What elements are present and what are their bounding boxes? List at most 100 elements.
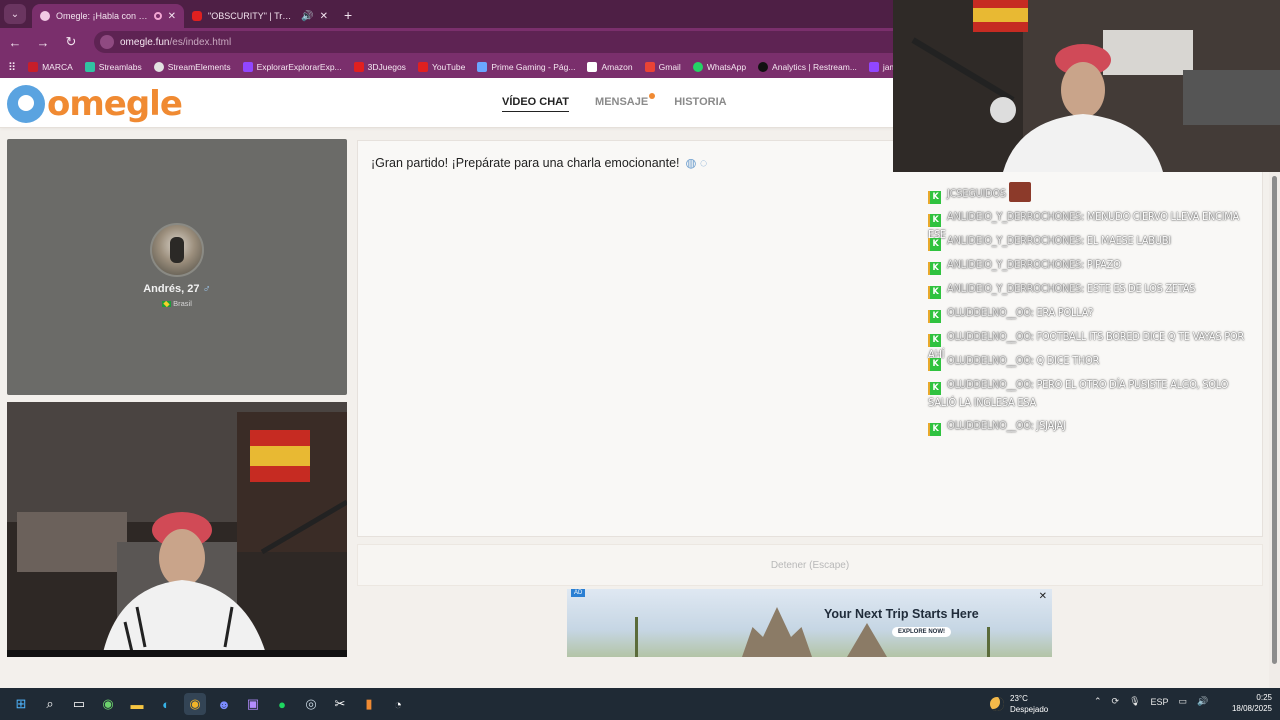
microphone-icon[interactable]: 🎙 <box>1129 696 1140 707</box>
xbox-icon[interactable]: ◉ <box>97 693 119 715</box>
apps-grid-icon[interactable]: ⠿ <box>8 61 16 74</box>
chat-line: K OLUDDELNO__OO: ERA POLLA? <box>928 305 1258 323</box>
chat-line: K OLUDDELNO__OO: PERO EL OTRO DÍA PUSISTE… <box>928 378 1229 409</box>
tab-youtube[interactable]: "OBSCURITY" | Trap Type Be 🔊 ✕ <box>184 4 336 28</box>
tab-omegle[interactable]: Omegle: ¡Habla con Descon ✕ <box>32 4 184 28</box>
bookmark-streamelements[interactable]: StreamElements <box>153 62 231 72</box>
weather-widget[interactable]: 23°C Despejado <box>990 693 1048 715</box>
chat-line: K JCSEGUIDOS <box>928 182 1258 204</box>
kick-badge-icon: K <box>928 382 941 395</box>
ad-cta-button[interactable]: EXPLORE NOW! <box>892 627 952 637</box>
ad-headline: Your Next Trip Starts Here <box>824 607 979 621</box>
weather-desc: Despejado <box>1010 705 1049 714</box>
ad-close-icon[interactable]: ✕ <box>1039 591 1047 602</box>
brazil-flag-icon <box>162 301 172 307</box>
whatsapp-icon <box>692 62 703 72</box>
chat-message: ¡Gran partido! ¡Prepárate para una charl… <box>371 156 708 170</box>
obs-folder-icon[interactable]: ▮ <box>358 693 380 715</box>
reload-icon[interactable]: ↻ <box>62 34 80 50</box>
stop-button-label: Detener (Escape) <box>770 559 850 571</box>
new-tab-button[interactable]: + <box>344 7 352 23</box>
temple-graphic <box>742 607 812 657</box>
omegle-favicon-icon <box>40 11 50 21</box>
language-indicator[interactable]: ESP <box>1151 697 1169 707</box>
url-host: omegle.fun <box>120 36 170 48</box>
address-bar[interactable]: omegle.fun/es/index.html <box>94 31 914 53</box>
self-camera-feed <box>7 402 347 657</box>
obs-studio-icon[interactable]: ◔ <box>387 693 409 715</box>
search-icon[interactable]: ⌕ <box>39 693 61 715</box>
kick-badge-icon: K <box>928 423 941 436</box>
ad-tag: AD <box>571 589 586 597</box>
windows-taskbar: ⊞ ⌕ ▭ ◉ ▬ ◐ ◉ ☻ ▣ ● ◎ ✂ ▮ ◔ 23°C Despejad… <box>0 688 1280 720</box>
file-explorer-icon[interactable]: ▬ <box>126 693 148 715</box>
streamer-webcam-overlay <box>893 0 1280 172</box>
bookmark-3djuegos[interactable]: 3DJuegos <box>353 62 406 72</box>
discord-icon[interactable]: ☻ <box>213 693 235 715</box>
nav-historia[interactable]: HISTORIA <box>674 96 726 112</box>
omegle-logo-icon <box>7 85 45 123</box>
windows-start-icon[interactable]: ⊞ <box>10 693 32 715</box>
bookmark-gmail[interactable]: Gmail <box>644 62 681 72</box>
spotify-icon[interactable]: ● <box>271 693 293 715</box>
bookmark-streamlabs[interactable]: Streamlabs <box>84 62 142 72</box>
palm-tree-graphic <box>987 627 990 657</box>
nav-video-chat[interactable]: VÍDEO CHAT <box>502 96 570 112</box>
url-path: /es/index.html <box>169 36 232 48</box>
tab-close-icon[interactable]: ✕ <box>168 11 176 22</box>
amazon-icon <box>587 62 598 72</box>
palm-tree-graphic <box>635 617 638 657</box>
kick-badge-icon: K <box>928 334 941 347</box>
chat-line: K ANLIDEIO_Y_DERROCHONES: PIPAZO <box>928 257 1258 275</box>
gmail-icon <box>644 62 655 72</box>
audio-icon[interactable]: 🔊 <box>301 11 313 22</box>
site-info-icon[interactable] <box>100 35 114 49</box>
tab-close-icon[interactable]: ✕ <box>320 11 328 22</box>
bookmark-prime-gaming[interactable]: Prime Gaming - Pág... <box>477 62 575 72</box>
scrollbar-thumb[interactable] <box>1272 176 1277 664</box>
stop-button[interactable]: Detener (Escape) <box>357 544 1263 586</box>
omegle-logo[interactable]: omegle <box>7 84 183 124</box>
bookmark-whatsapp[interactable]: WhatsApp <box>692 62 746 72</box>
logo-text: omegle <box>47 84 183 124</box>
bookmark-youtube[interactable]: YouTube <box>417 62 465 72</box>
network-icon[interactable]: ▭ <box>1179 696 1188 707</box>
task-view-icon[interactable]: ▭ <box>68 693 90 715</box>
youtube-favicon-icon <box>192 11 202 21</box>
steam-icon[interactable]: ◎ <box>300 693 322 715</box>
bookmark-amazon[interactable]: Amazon <box>587 62 633 72</box>
bookmark-marca[interactable]: MARCA <box>28 62 73 72</box>
tab-search-icon[interactable]: ⌄ <box>4 4 26 24</box>
nav-mensaje[interactable]: MENSAJE <box>595 93 656 112</box>
main-nav: VÍDEO CHAT MENSAJE HISTORIA <box>502 93 727 112</box>
kick-badge-icon: K <box>928 191 941 204</box>
bookmark-restream[interactable]: Analytics | Restream... <box>758 62 857 72</box>
streamlabs-icon <box>84 62 95 72</box>
stranger-name: Andrés, 27 ♂ <box>143 283 211 295</box>
back-icon[interactable]: ← <box>6 35 24 50</box>
capcut-icon[interactable]: ✂ <box>329 693 351 715</box>
bookmark-twitch-explore[interactable]: ExplorarExplorarExp... <box>242 62 342 72</box>
clock[interactable]: 0:25 18/08/2025 <box>1220 692 1272 714</box>
chrome-icon[interactable]: ◉ <box>184 693 206 715</box>
chevron-up-icon[interactable]: ⌃ <box>1094 696 1102 707</box>
stranger-location: Brasil <box>7 299 347 308</box>
twitch-studio-icon[interactable]: ▣ <box>242 693 264 715</box>
3djuegos-icon <box>353 62 364 72</box>
restream-icon <box>758 62 769 72</box>
twitch-icon <box>868 62 879 72</box>
clock-date: 18/08/2025 <box>1231 704 1272 713</box>
forward-icon[interactable]: → <box>34 35 52 50</box>
advertisement-banner[interactable]: AD Your Next Trip Starts Here EXPLORE NO… <box>567 589 1052 657</box>
stranger-video-panel: Andrés, 27 ♂ Brasil <box>7 139 347 395</box>
volume-icon[interactable]: 🔊 <box>1197 696 1208 707</box>
sync-icon[interactable]: ⟳ <box>1112 696 1120 707</box>
twitch-icon <box>242 62 253 72</box>
notification-dot <box>649 93 656 99</box>
clock-time: 0:25 <box>1256 693 1272 702</box>
temple-graphic <box>847 623 887 657</box>
streamelements-icon <box>153 62 164 72</box>
page-scrollbar[interactable] <box>1269 172 1280 688</box>
edge-icon[interactable]: ◐ <box>155 693 177 715</box>
kick-badge-icon: K <box>928 238 941 251</box>
